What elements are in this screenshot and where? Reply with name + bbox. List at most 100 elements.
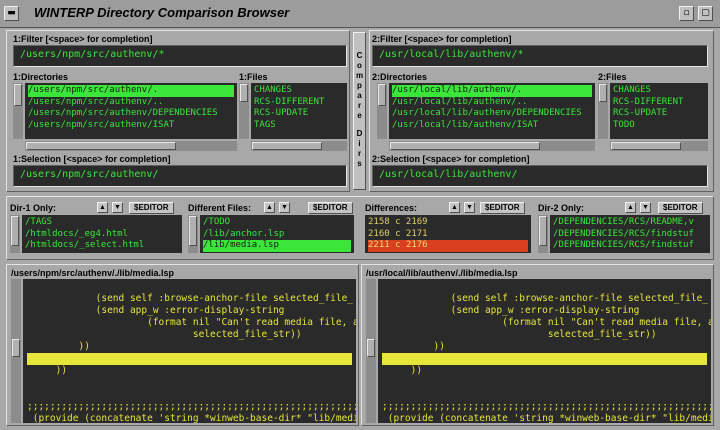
dir2-only-list[interactable]: /DEPENDENCIES/RCS/README,v /DEPENDENCIES…: [550, 215, 710, 253]
left-dirs-list[interactable]: /users/npm/src/authenv/. /users/npm/src/…: [25, 83, 237, 139]
code-line: ;;;;;;;;;;;;;;;;;;;;;;;;;;;;;;;;;;;;;;;;…: [382, 401, 711, 412]
right-editor-vscrollbar[interactable]: [366, 279, 376, 423]
list-item[interactable]: /DEPENDENCIES/RCS/findstuf: [553, 229, 707, 241]
list-item[interactable]: TAGS: [254, 120, 344, 132]
differences-down-button[interactable]: ▼: [464, 202, 475, 213]
scroll-thumb[interactable]: [611, 142, 681, 150]
compare-letter: e: [357, 111, 362, 120]
differences-up-button[interactable]: ▲: [449, 202, 460, 213]
right-dirs-list[interactable]: /usr/local/lib/authenv/. /usr/local/lib/…: [389, 83, 595, 139]
left-directories-label: 1:Directories: [13, 72, 69, 82]
dir1-only-list[interactable]: /TAGS /htmldocs/_eg4.html /htmldocs/_sel…: [22, 215, 182, 253]
list-item[interactable]: 2211 c 2176: [368, 240, 528, 252]
right-editor-path: /usr/local/lib/authenv/./lib/media.lsp: [366, 268, 518, 278]
left-dirs-vscrollbar[interactable]: [13, 83, 23, 139]
different-files-list[interactable]: /TODO /lib/anchor.lsp /lib/media.lsp: [200, 215, 354, 253]
title-bar[interactable]: ▬ WINTERP Directory Comparison Browser ▫…: [0, 0, 720, 28]
scroll-thumb[interactable]: [390, 142, 540, 150]
scroll-thumb[interactable]: [240, 84, 248, 102]
scroll-thumb[interactable]: [599, 84, 607, 102]
list-item[interactable]: RCS-UPDATE: [613, 108, 705, 120]
dir2-down-button[interactable]: ▼: [640, 202, 651, 213]
left-filter-input[interactable]: /users/npm/src/authenv/*: [13, 45, 347, 67]
left-editor-vscrollbar[interactable]: [11, 279, 21, 423]
dir2-up-button[interactable]: ▲: [625, 202, 636, 213]
code-line: )): [27, 365, 68, 376]
code-line: (send self :browse-anchor-file selected_…: [382, 293, 709, 304]
left-file-selector: 1:Filter [<space> for completion] /users…: [6, 30, 350, 192]
scroll-thumb[interactable]: [539, 216, 547, 246]
scroll-thumb[interactable]: [367, 339, 375, 357]
list-item[interactable]: 2160 c 2171: [368, 229, 528, 241]
list-item[interactable]: /TAGS: [25, 217, 179, 229]
maximize-icon[interactable]: ▢: [698, 6, 713, 21]
list-item[interactable]: /htmldocs/_select.html: [25, 240, 179, 252]
window-menu-icon[interactable]: ▬: [4, 6, 19, 21]
compare-letter: o: [357, 61, 362, 70]
list-item[interactable]: /users/npm/src/authenv/.: [28, 85, 234, 97]
list-item[interactable]: /lib/media.lsp: [203, 240, 351, 252]
dir1-up-button[interactable]: ▲: [97, 202, 108, 213]
diff-files-down-button[interactable]: ▼: [279, 202, 290, 213]
right-files-vscrollbar[interactable]: [598, 83, 608, 139]
list-item[interactable]: /usr/local/lib/authenv/.: [392, 85, 592, 97]
code-line: selected_file_str)): [382, 329, 657, 340]
list-item[interactable]: 2158 c 2169: [368, 217, 528, 229]
different-files-label: Different Files:: [188, 203, 252, 213]
scroll-thumb[interactable]: [189, 216, 197, 246]
scroll-thumb[interactable]: [378, 84, 386, 106]
scroll-thumb[interactable]: [252, 142, 322, 150]
dir1-editor-button[interactable]: $EDITOR: [129, 202, 174, 214]
list-item[interactable]: /TODO: [203, 217, 351, 229]
right-dirs-hscrollbar[interactable]: [389, 141, 595, 151]
code-line: )): [27, 341, 90, 352]
left-files-vscrollbar[interactable]: [239, 83, 249, 139]
list-item[interactable]: RCS-DIFFERENT: [613, 97, 705, 109]
dir2-vscrollbar[interactable]: [538, 215, 548, 253]
list-item[interactable]: /DEPENDENCIES/RCS/findstuf: [553, 240, 707, 252]
scroll-thumb[interactable]: [11, 216, 19, 246]
left-dirs-hscrollbar[interactable]: [25, 141, 237, 151]
differences-editor-button[interactable]: $EDITOR: [480, 202, 525, 214]
left-selection-input[interactable]: /users/npm/src/authenv/: [13, 165, 347, 187]
code-line: selected_file_str)): [27, 329, 302, 340]
diff-files-up-button[interactable]: ▲: [264, 202, 275, 213]
list-item[interactable]: /usr/local/lib/authenv/..: [392, 97, 592, 109]
list-item[interactable]: CHANGES: [613, 85, 705, 97]
dir1-vscrollbar[interactable]: [10, 215, 20, 253]
right-filter-input[interactable]: /usr/local/lib/authenv/*: [372, 45, 708, 67]
list-item[interactable]: /usr/local/lib/authenv/DEPENDENCIES: [392, 108, 592, 120]
list-item[interactable]: TODO: [613, 120, 705, 132]
list-item[interactable]: /DEPENDENCIES/RCS/README,v: [553, 217, 707, 229]
list-item[interactable]: CHANGES: [254, 85, 344, 97]
scroll-thumb[interactable]: [12, 339, 20, 357]
diff-files-editor-button[interactable]: $EDITOR: [308, 202, 353, 214]
diff-files-vscrollbar[interactable]: [188, 215, 198, 253]
differences-list[interactable]: 2158 c 2169 2160 c 2171 2211 c 2176: [365, 215, 531, 253]
code-line: (provide (concatenate 'string *winweb-ba…: [382, 413, 711, 423]
compare-dirs-button[interactable]: C o m p a r e D i r s: [353, 32, 366, 190]
left-editor-text[interactable]: (send self :browse-anchor-file selected_…: [23, 279, 356, 423]
list-item[interactable]: RCS-UPDATE: [254, 108, 344, 120]
code-line: (send app_w :error-display-string: [382, 305, 640, 316]
right-files-hscrollbar[interactable]: [610, 141, 708, 151]
dir1-down-button[interactable]: ▼: [112, 202, 123, 213]
list-item[interactable]: /usr/local/lib/authenv/ISAT: [392, 120, 592, 132]
right-dirs-vscrollbar[interactable]: [377, 83, 387, 139]
minimize-icon[interactable]: ▫: [679, 6, 694, 21]
right-selection-input[interactable]: /usr/local/lib/authenv/: [372, 165, 708, 187]
list-item[interactable]: RCS-DIFFERENT: [254, 97, 344, 109]
list-item[interactable]: /lib/anchor.lsp: [203, 229, 351, 241]
dir2-editor-button[interactable]: $EDITOR: [658, 202, 703, 214]
scroll-thumb[interactable]: [26, 142, 176, 150]
list-item[interactable]: /users/npm/src/authenv/..: [28, 97, 234, 109]
right-files-list[interactable]: CHANGES RCS-DIFFERENT RCS-UPDATE TODO: [610, 83, 708, 139]
right-editor-text[interactable]: (send self :browse-anchor-file selected_…: [378, 279, 711, 423]
list-item[interactable]: /users/npm/src/authenv/DEPENDENCIES: [28, 108, 234, 120]
left-files-list[interactable]: CHANGES RCS-DIFFERENT RCS-UPDATE TAGS: [251, 83, 347, 139]
list-item[interactable]: /htmldocs/_eg4.html: [25, 229, 179, 241]
left-files-hscrollbar[interactable]: [251, 141, 347, 151]
list-item[interactable]: /users/npm/src/authenv/ISAT: [28, 120, 234, 132]
scroll-thumb[interactable]: [14, 84, 22, 106]
